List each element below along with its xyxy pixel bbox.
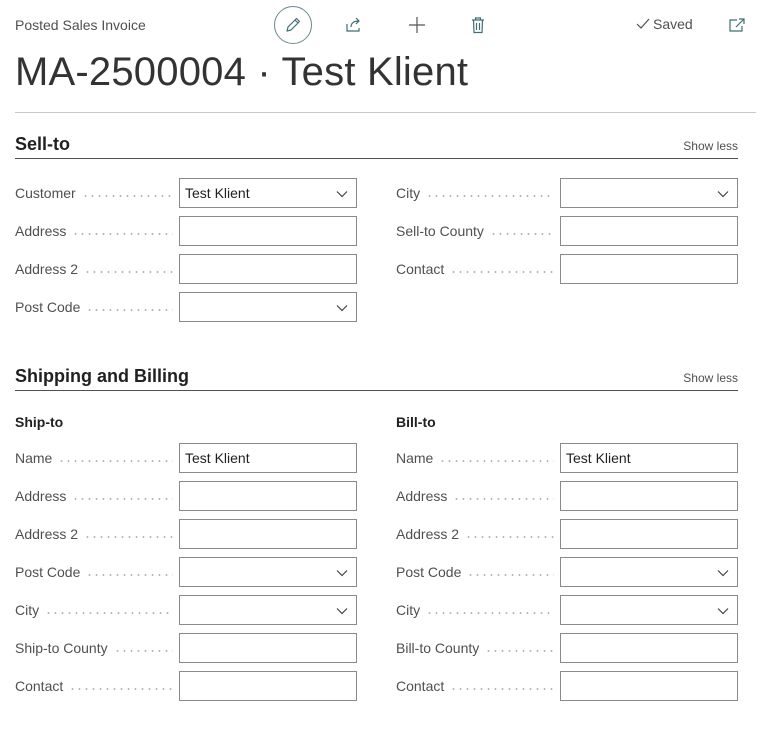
field-label: Sell-to County	[396, 223, 490, 239]
field-label: City	[15, 602, 46, 618]
ship-to-address-input[interactable]	[179, 481, 357, 511]
field-label: Customer	[15, 185, 82, 201]
field-label: Address 2	[15, 526, 85, 542]
sell-to-address2-input[interactable]	[179, 254, 357, 284]
field-label: City	[396, 185, 427, 201]
action-bar: Posted Sales Invoice Saved	[0, 0, 761, 50]
bill-to-county-input[interactable]	[560, 633, 738, 663]
ship-to-city-select[interactable]	[179, 595, 357, 625]
field-label: Bill-to County	[396, 640, 486, 656]
bill-to-city-select[interactable]	[560, 595, 738, 625]
sell-to-show-less-link[interactable]: Show less	[683, 139, 738, 153]
field-label: Address 2	[15, 261, 85, 277]
field-label: Address	[396, 488, 454, 504]
plus-icon	[409, 17, 425, 33]
field-label: Post Code	[15, 299, 87, 315]
sell-to-address-input[interactable]	[179, 216, 357, 246]
delete-button[interactable]	[459, 6, 497, 44]
ship-to-post-code-select[interactable]	[179, 557, 357, 587]
chevron-down-icon	[336, 608, 348, 615]
chevron-down-icon	[717, 608, 729, 615]
field-label: Name	[15, 450, 59, 466]
sell-to-contact-input[interactable]	[560, 254, 738, 284]
ship-to-county-input[interactable]	[179, 633, 357, 663]
shipping-billing-show-less-link[interactable]: Show less	[683, 371, 738, 385]
field-label: Address 2	[396, 526, 466, 542]
sell-to-post-code-select[interactable]	[179, 292, 357, 322]
sell-to-section-title[interactable]: Sell-to	[15, 134, 70, 155]
chevron-down-icon	[336, 570, 348, 577]
bill-to-address2-input[interactable]	[560, 519, 738, 549]
share-button[interactable]	[335, 6, 373, 44]
ship-to-name-input[interactable]: Test Klient	[179, 443, 357, 473]
popout-icon	[729, 18, 745, 32]
field-label: Ship-to County	[15, 640, 114, 656]
field-label: Name	[396, 450, 440, 466]
trash-icon	[472, 17, 484, 34]
page-title: MA-2500004 · Test Klient	[15, 50, 469, 94]
open-new-window-button[interactable]	[727, 15, 747, 35]
sell-to-city-select[interactable]	[560, 178, 738, 208]
title-divider	[15, 112, 756, 113]
ship-to-contact-input[interactable]	[179, 671, 357, 701]
ship-to-address2-input[interactable]	[179, 519, 357, 549]
bill-to-name-input[interactable]: Test Klient	[560, 443, 738, 473]
page-caption: Posted Sales Invoice	[15, 17, 146, 33]
checkmark-icon	[636, 18, 650, 29]
shipping-billing-section-title[interactable]: Shipping and Billing	[15, 366, 189, 387]
field-label: Contact	[15, 678, 70, 694]
bill-to-heading: Bill-to	[396, 414, 436, 430]
pencil-icon	[286, 17, 301, 32]
field-label: Address	[15, 223, 73, 239]
chevron-down-icon	[336, 191, 348, 198]
new-button[interactable]	[398, 6, 436, 44]
edit-button[interactable]	[274, 6, 312, 44]
sell-to-customer-select[interactable]: Test Klient	[179, 178, 357, 208]
chevron-down-icon	[717, 570, 729, 577]
field-label: Post Code	[15, 564, 87, 580]
shipping-billing-section-divider	[15, 390, 738, 391]
field-label: City	[396, 602, 427, 618]
saved-label: Saved	[653, 16, 693, 32]
bill-to-contact-input[interactable]	[560, 671, 738, 701]
sell-to-section-divider	[15, 158, 738, 159]
field-label: Address	[15, 488, 73, 504]
share-icon	[346, 17, 360, 32]
bill-to-post-code-select[interactable]	[560, 557, 738, 587]
sell-to-county-input[interactable]	[560, 216, 738, 246]
field-label: Contact	[396, 678, 451, 694]
bill-to-address-input[interactable]	[560, 481, 738, 511]
saved-status: Saved	[636, 16, 693, 32]
chevron-down-icon	[717, 191, 729, 198]
field-label: Post Code	[396, 564, 468, 580]
ship-to-heading: Ship-to	[15, 414, 64, 430]
chevron-down-icon	[336, 305, 348, 312]
field-label: Contact	[396, 261, 451, 277]
